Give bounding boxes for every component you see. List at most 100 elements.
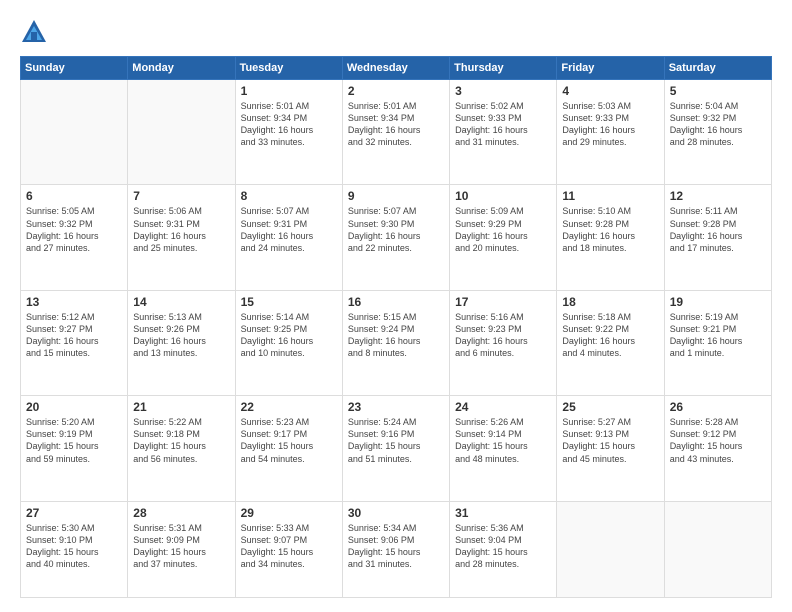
day-number: 8 — [241, 189, 337, 203]
day-number: 18 — [562, 295, 658, 309]
day-info: Sunrise: 5:28 AM Sunset: 9:12 PM Dayligh… — [670, 416, 766, 465]
week-row-1: 1 Sunrise: 5:01 AM Sunset: 9:34 PM Daylig… — [21, 80, 772, 185]
calendar-cell: 27 Sunrise: 5:30 AM Sunset: 9:10 PM Dayli… — [21, 501, 128, 597]
calendar-cell: 8Sunrise: 5:07 AM Sunset: 9:31 PM Daylig… — [235, 185, 342, 290]
day-number: 26 — [670, 400, 766, 414]
day-number: 12 — [670, 189, 766, 203]
calendar-cell: 24 Sunrise: 5:26 AM Sunset: 9:14 PM Dayli… — [450, 396, 557, 501]
day-info: Sunrise: 5:24 AM Sunset: 9:16 PM Dayligh… — [348, 416, 444, 465]
day-number: 1 — [241, 84, 337, 98]
day-info: Sunrise: 5:23 AM Sunset: 9:17 PM Dayligh… — [241, 416, 337, 465]
week-row-3: 13 Sunrise: 5:12 AM Sunset: 9:27 PM Dayli… — [21, 290, 772, 395]
day-number: 17 — [455, 295, 551, 309]
calendar-cell: 16 Sunrise: 5:15 AM Sunset: 9:24 PM Dayli… — [342, 290, 449, 395]
day-number: 14 — [133, 295, 229, 309]
calendar-cell — [21, 80, 128, 185]
weekday-header-row: SundayMondayTuesdayWednesdayThursdayFrid… — [21, 57, 772, 80]
day-number: 6 — [26, 189, 122, 203]
weekday-header-saturday: Saturday — [664, 57, 771, 80]
day-number: 31 — [455, 506, 551, 520]
day-number: 4 — [562, 84, 658, 98]
calendar-cell — [557, 501, 664, 597]
calendar-cell: 15Sunrise: 5:14 AM Sunset: 9:25 PM Dayli… — [235, 290, 342, 395]
calendar-cell: 4Sunrise: 5:03 AM Sunset: 9:33 PM Daylig… — [557, 80, 664, 185]
header — [20, 18, 772, 46]
day-number: 10 — [455, 189, 551, 203]
day-info: Sunrise: 5:05 AM Sunset: 9:32 PM Dayligh… — [26, 205, 122, 254]
weekday-header-thursday: Thursday — [450, 57, 557, 80]
calendar-cell: 9 Sunrise: 5:07 AM Sunset: 9:30 PM Daylig… — [342, 185, 449, 290]
day-number: 2 — [348, 84, 444, 98]
calendar-cell — [128, 80, 235, 185]
logo — [20, 18, 52, 46]
day-info: Sunrise: 5:01 AM Sunset: 9:34 PM Dayligh… — [348, 100, 444, 149]
day-info: Sunrise: 5:20 AM Sunset: 9:19 PM Dayligh… — [26, 416, 122, 465]
day-info: Sunrise: 5:16 AM Sunset: 9:23 PM Dayligh… — [455, 311, 551, 360]
calendar-cell: 28 Sunrise: 5:31 AM Sunset: 9:09 PM Dayli… — [128, 501, 235, 597]
week-row-5: 27 Sunrise: 5:30 AM Sunset: 9:10 PM Dayli… — [21, 501, 772, 597]
calendar-cell: 20 Sunrise: 5:20 AM Sunset: 9:19 PM Dayli… — [21, 396, 128, 501]
day-number: 20 — [26, 400, 122, 414]
calendar-cell: 6 Sunrise: 5:05 AM Sunset: 9:32 PM Daylig… — [21, 185, 128, 290]
day-info: Sunrise: 5:01 AM Sunset: 9:34 PM Dayligh… — [241, 100, 337, 149]
week-row-4: 20 Sunrise: 5:20 AM Sunset: 9:19 PM Dayli… — [21, 396, 772, 501]
day-number: 13 — [26, 295, 122, 309]
day-info: Sunrise: 5:15 AM Sunset: 9:24 PM Dayligh… — [348, 311, 444, 360]
weekday-header-monday: Monday — [128, 57, 235, 80]
calendar-cell: 22 Sunrise: 5:23 AM Sunset: 9:17 PM Dayli… — [235, 396, 342, 501]
calendar-cell: 29 Sunrise: 5:33 AM Sunset: 9:07 PM Dayli… — [235, 501, 342, 597]
day-number: 19 — [670, 295, 766, 309]
day-number: 9 — [348, 189, 444, 203]
calendar-table: SundayMondayTuesdayWednesdayThursdayFrid… — [20, 56, 772, 598]
calendar-cell: 14 Sunrise: 5:13 AM Sunset: 9:26 PM Dayli… — [128, 290, 235, 395]
calendar-cell: 3 Sunrise: 5:02 AM Sunset: 9:33 PM Daylig… — [450, 80, 557, 185]
day-info: Sunrise: 5:22 AM Sunset: 9:18 PM Dayligh… — [133, 416, 229, 465]
day-number: 27 — [26, 506, 122, 520]
day-info: Sunrise: 5:07 AM Sunset: 9:30 PM Dayligh… — [348, 205, 444, 254]
day-info: Sunrise: 5:27 AM Sunset: 9:13 PM Dayligh… — [562, 416, 658, 465]
day-number: 5 — [670, 84, 766, 98]
day-info: Sunrise: 5:18 AM Sunset: 9:22 PM Dayligh… — [562, 311, 658, 360]
day-number: 25 — [562, 400, 658, 414]
calendar-cell: 17 Sunrise: 5:16 AM Sunset: 9:23 PM Dayli… — [450, 290, 557, 395]
day-info: Sunrise: 5:30 AM Sunset: 9:10 PM Dayligh… — [26, 522, 122, 571]
day-number: 23 — [348, 400, 444, 414]
day-info: Sunrise: 5:33 AM Sunset: 9:07 PM Dayligh… — [241, 522, 337, 571]
day-number: 24 — [455, 400, 551, 414]
day-number: 7 — [133, 189, 229, 203]
calendar-cell: 7 Sunrise: 5:06 AM Sunset: 9:31 PM Daylig… — [128, 185, 235, 290]
day-info: Sunrise: 5:31 AM Sunset: 9:09 PM Dayligh… — [133, 522, 229, 571]
weekday-header-wednesday: Wednesday — [342, 57, 449, 80]
day-number: 16 — [348, 295, 444, 309]
day-info: Sunrise: 5:12 AM Sunset: 9:27 PM Dayligh… — [26, 311, 122, 360]
calendar-cell: 1 Sunrise: 5:01 AM Sunset: 9:34 PM Daylig… — [235, 80, 342, 185]
calendar-cell: 31Sunrise: 5:36 AM Sunset: 9:04 PM Dayli… — [450, 501, 557, 597]
calendar-page: SundayMondayTuesdayWednesdayThursdayFrid… — [0, 0, 792, 612]
calendar-cell: 30Sunrise: 5:34 AM Sunset: 9:06 PM Dayli… — [342, 501, 449, 597]
day-info: Sunrise: 5:13 AM Sunset: 9:26 PM Dayligh… — [133, 311, 229, 360]
day-info: Sunrise: 5:09 AM Sunset: 9:29 PM Dayligh… — [455, 205, 551, 254]
weekday-header-friday: Friday — [557, 57, 664, 80]
calendar-cell — [664, 501, 771, 597]
day-number: 21 — [133, 400, 229, 414]
day-number: 22 — [241, 400, 337, 414]
day-number: 3 — [455, 84, 551, 98]
day-info: Sunrise: 5:10 AM Sunset: 9:28 PM Dayligh… — [562, 205, 658, 254]
day-info: Sunrise: 5:19 AM Sunset: 9:21 PM Dayligh… — [670, 311, 766, 360]
day-number: 28 — [133, 506, 229, 520]
day-info: Sunrise: 5:14 AM Sunset: 9:25 PM Dayligh… — [241, 311, 337, 360]
weekday-header-tuesday: Tuesday — [235, 57, 342, 80]
calendar-cell: 25 Sunrise: 5:27 AM Sunset: 9:13 PM Dayli… — [557, 396, 664, 501]
logo-icon — [20, 18, 48, 46]
day-number: 30 — [348, 506, 444, 520]
day-info: Sunrise: 5:02 AM Sunset: 9:33 PM Dayligh… — [455, 100, 551, 149]
calendar-cell: 12Sunrise: 5:11 AM Sunset: 9:28 PM Dayli… — [664, 185, 771, 290]
week-row-2: 6 Sunrise: 5:05 AM Sunset: 9:32 PM Daylig… — [21, 185, 772, 290]
calendar-cell: 18 Sunrise: 5:18 AM Sunset: 9:22 PM Dayli… — [557, 290, 664, 395]
day-info: Sunrise: 5:06 AM Sunset: 9:31 PM Dayligh… — [133, 205, 229, 254]
calendar-cell: 19 Sunrise: 5:19 AM Sunset: 9:21 PM Dayli… — [664, 290, 771, 395]
calendar-cell: 21 Sunrise: 5:22 AM Sunset: 9:18 PM Dayli… — [128, 396, 235, 501]
day-number: 29 — [241, 506, 337, 520]
day-info: Sunrise: 5:26 AM Sunset: 9:14 PM Dayligh… — [455, 416, 551, 465]
day-number: 11 — [562, 189, 658, 203]
